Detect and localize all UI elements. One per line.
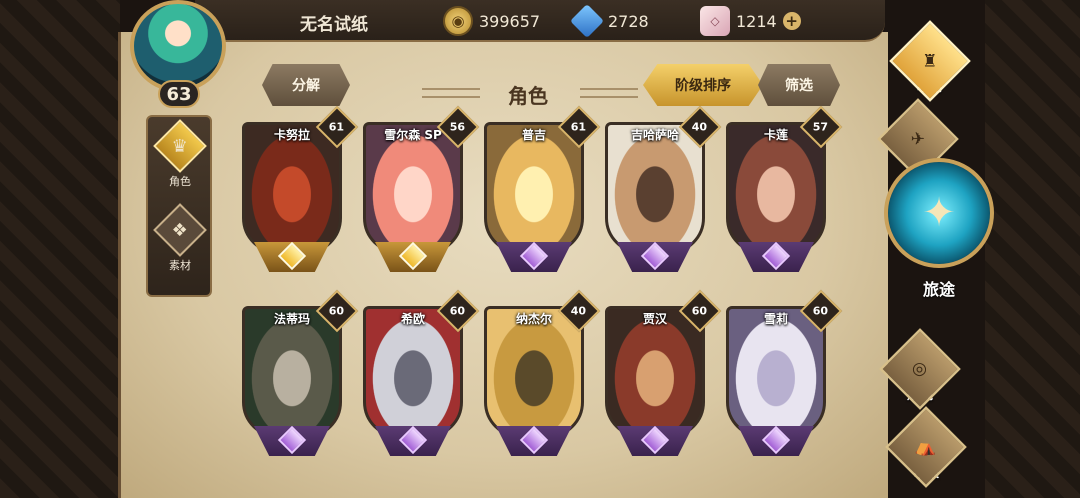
character-card[interactable]: 吉哈萨哈 40: [603, 105, 722, 280]
category-tabs: ♛ 角色 ❖ 素材: [146, 115, 212, 297]
rank-gem-icon: [277, 242, 307, 271]
currency-gold: ◉ 399657: [443, 5, 540, 37]
character-level: 56: [450, 120, 466, 134]
rank-gem-icon: [640, 242, 670, 271]
rank-base: [375, 242, 451, 272]
tab-character-label: 角色: [169, 175, 191, 188]
character-card[interactable]: 纳杰尔 40: [482, 289, 601, 464]
gold-coin-icon: ◉: [443, 6, 473, 36]
rank-base: [738, 426, 814, 456]
character-card[interactable]: 法蒂玛 60: [240, 289, 359, 464]
character-card[interactable]: 普吉 61: [482, 105, 601, 280]
rank-gem-icon: [277, 426, 307, 455]
gold-amount: 399657: [479, 11, 541, 31]
add-gem-button[interactable]: +: [782, 12, 801, 30]
tab-material-label: 素材: [169, 259, 191, 272]
rank-gem-icon: [398, 426, 428, 455]
rank-base: [738, 242, 814, 272]
rank-gem-icon: [761, 426, 791, 455]
character-level: 61: [329, 120, 345, 134]
player-name: 无名试纸: [300, 15, 368, 35]
character-level: 60: [329, 304, 345, 318]
currency-gem: ◇ 1214 +: [700, 5, 801, 37]
left-frame: [0, 0, 120, 498]
title-ornament-right: [580, 88, 638, 98]
blue-crystal-icon: ◆: [570, 4, 604, 38]
avatar[interactable]: [130, 0, 226, 92]
rank-base: [254, 242, 330, 272]
nav-journey[interactable]: ✦ 旅途: [884, 158, 994, 300]
rank-gem-icon: [519, 242, 549, 271]
rank-base: [496, 426, 572, 456]
rank-base: [254, 426, 330, 456]
journey-compass-icon: ✦: [884, 158, 994, 268]
gem-amount: 1214: [736, 11, 777, 31]
character-card[interactable]: 卡努拉 61: [240, 105, 359, 280]
rank-gem-icon: [398, 242, 428, 271]
player-level-badge: 63: [158, 80, 200, 108]
tab-character[interactable]: ♛ 角色: [153, 119, 207, 195]
player-avatar[interactable]: 63: [118, 0, 238, 110]
material-emblem-icon: ❖: [153, 203, 207, 257]
character-level: 61: [571, 120, 587, 134]
rank-gem-icon: [761, 242, 791, 271]
character-emblem-icon: ♛: [153, 119, 207, 173]
nav-journey-label: 旅途: [922, 280, 955, 299]
character-card[interactable]: 贾汉 60: [603, 289, 722, 464]
rank-gem-icon: [519, 426, 549, 455]
nav-talent[interactable]: ◎ 赋魂: [872, 328, 968, 410]
character-level: 60: [692, 304, 708, 318]
rank-base: [617, 242, 693, 272]
rank-gem-icon: [640, 426, 670, 455]
title-ornament-left: [422, 88, 480, 98]
filter-button[interactable]: 筛选: [758, 64, 840, 106]
crystal-amount: 2728: [608, 11, 649, 31]
character-level: 60: [450, 304, 466, 318]
nav-soul-book[interactable]: ♜ 魂册: [882, 20, 978, 102]
rank-base: [375, 426, 451, 456]
decompose-button[interactable]: 分解: [262, 64, 350, 106]
character-card[interactable]: 雪莉 60: [724, 289, 843, 464]
character-level: 40: [692, 120, 708, 134]
nav-market[interactable]: ⛺ 市集: [878, 406, 974, 488]
character-level: 40: [571, 304, 587, 318]
page-title: 角色: [508, 84, 548, 108]
character-card[interactable]: 卡莲 57: [724, 105, 843, 280]
rank-base: [496, 242, 572, 272]
character-level: 60: [813, 304, 829, 318]
rank-base: [617, 426, 693, 456]
character-card[interactable]: 希欧 60: [361, 289, 480, 464]
pink-gem-icon: ◇: [700, 6, 730, 36]
tab-material[interactable]: ❖ 素材: [153, 203, 207, 279]
currency-crystal: ◆ 2728: [570, 4, 649, 38]
right-frame: [985, 0, 1080, 498]
sort-by-rank-button[interactable]: 阶级排序: [643, 64, 763, 106]
character-card[interactable]: 雪尔森 SP 56: [361, 105, 480, 280]
character-level: 57: [813, 120, 829, 134]
